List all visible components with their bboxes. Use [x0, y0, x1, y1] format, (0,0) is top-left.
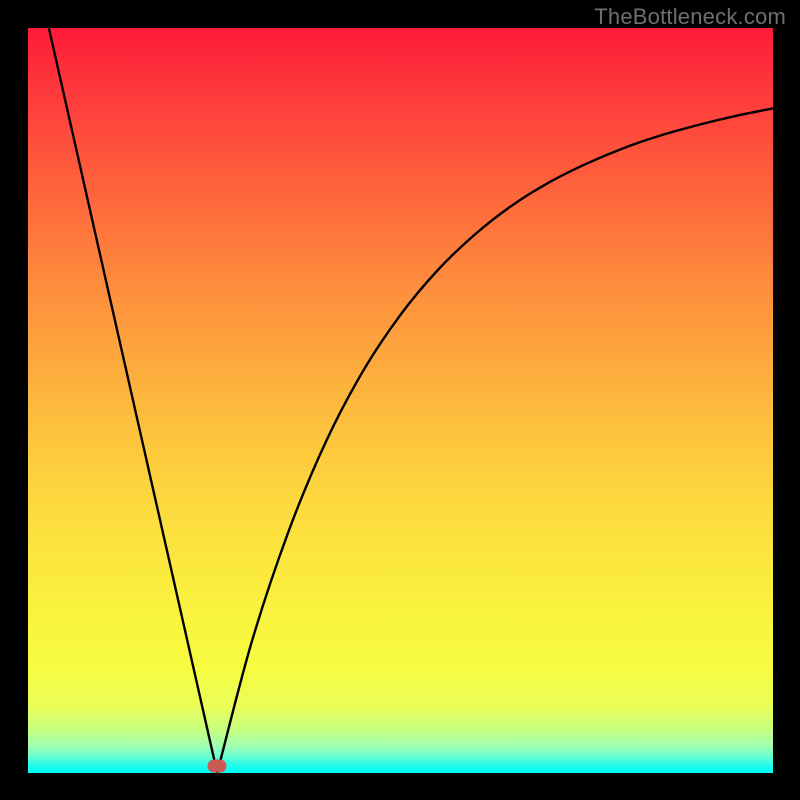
watermark-text: TheBottleneck.com: [594, 4, 786, 30]
curve-svg: [28, 28, 773, 773]
chart-frame: TheBottleneck.com: [0, 0, 800, 800]
minimum-marker: [208, 759, 227, 772]
curve-path: [49, 28, 773, 773]
plot-area: [28, 28, 773, 773]
